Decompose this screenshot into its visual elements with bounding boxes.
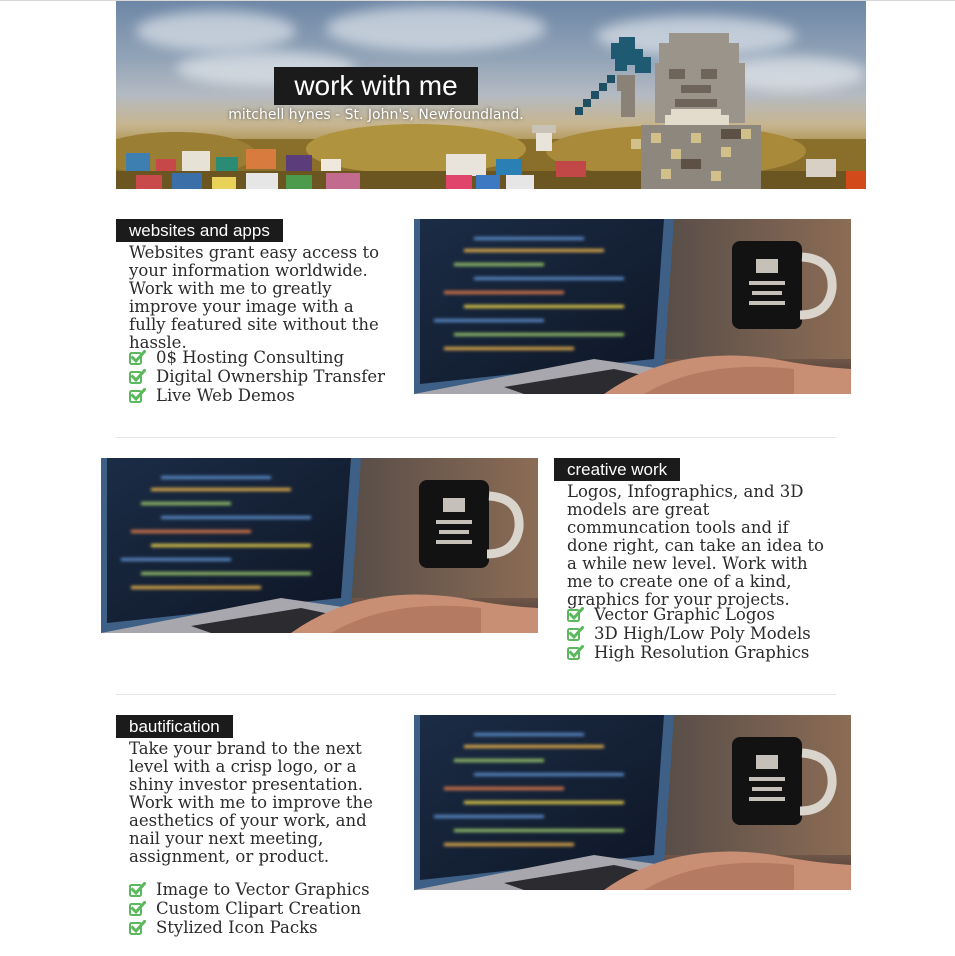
feature-list: Image to Vector Graphics Custom Clipart …	[129, 880, 370, 937]
feature-label: High Resolution Graphics	[594, 643, 810, 662]
page-title: work with me	[274, 67, 478, 105]
laptop-photo	[414, 715, 851, 890]
section-description: Logos, Infographics, and 3D models are g…	[567, 482, 824, 609]
check-square-icon	[129, 920, 146, 935]
cloud	[326, 6, 546, 51]
section-bautification: bautification Take your brand to the nex…	[0, 715, 955, 945]
feature-label: 0$ Hosting Consulting	[156, 348, 345, 367]
feature-label: Live Web Demos	[156, 386, 295, 405]
list-item: High Resolution Graphics	[567, 643, 811, 662]
list-item: Live Web Demos	[129, 386, 385, 405]
page-subtitle: mitchell hynes - St. John's, Newfoundlan…	[228, 107, 524, 123]
check-square-icon	[567, 626, 584, 641]
check-square-icon	[129, 388, 146, 403]
feature-list: Vector Graphic Logos 3D High/Low Poly Mo…	[567, 605, 811, 662]
check-square-icon	[129, 901, 146, 916]
section-tag: bautification	[116, 715, 233, 738]
list-item: 0$ Hosting Consulting	[129, 348, 385, 367]
feature-label: Image to Vector Graphics	[156, 880, 370, 899]
check-square-icon	[567, 645, 584, 660]
feature-label: Vector Graphic Logos	[594, 605, 775, 624]
section-divider	[116, 694, 836, 695]
list-item: Stylized Icon Packs	[129, 918, 370, 937]
list-item: Vector Graphic Logos	[567, 605, 811, 624]
laptop-photo	[414, 219, 851, 394]
section-description: Websites grant easy access to your infor…	[129, 243, 380, 352]
check-square-icon	[129, 350, 146, 365]
section-creative-work: creative work Logos, Infographics, and 3…	[0, 458, 955, 668]
feature-label: Custom Clipart Creation	[156, 899, 362, 918]
section-tag: creative work	[554, 458, 681, 481]
feature-list: 0$ Hosting Consulting Digital Ownership …	[129, 348, 385, 405]
feature-label: Stylized Icon Packs	[156, 918, 318, 937]
feature-label: Digital Ownership Transfer	[156, 367, 386, 386]
feature-label: 3D High/Low Poly Models	[594, 624, 811, 643]
list-item: 3D High/Low Poly Models	[567, 624, 811, 643]
hero-banner: work with me mitchell hynes - St. John's…	[116, 1, 866, 189]
section-tag: websites and apps	[116, 219, 283, 242]
check-square-icon	[129, 882, 146, 897]
section-description: Take your brand to the next level with a…	[129, 739, 373, 866]
cloud	[136, 11, 296, 51]
check-square-icon	[129, 369, 146, 384]
list-item: Image to Vector Graphics	[129, 880, 370, 899]
check-square-icon	[567, 607, 584, 622]
list-item: Custom Clipart Creation	[129, 899, 370, 918]
section-divider	[116, 437, 836, 438]
laptop-photo	[101, 458, 538, 633]
list-item: Digital Ownership Transfer	[129, 367, 385, 386]
section-websites-and-apps: websites and apps Websites grant easy ac…	[0, 219, 955, 419]
